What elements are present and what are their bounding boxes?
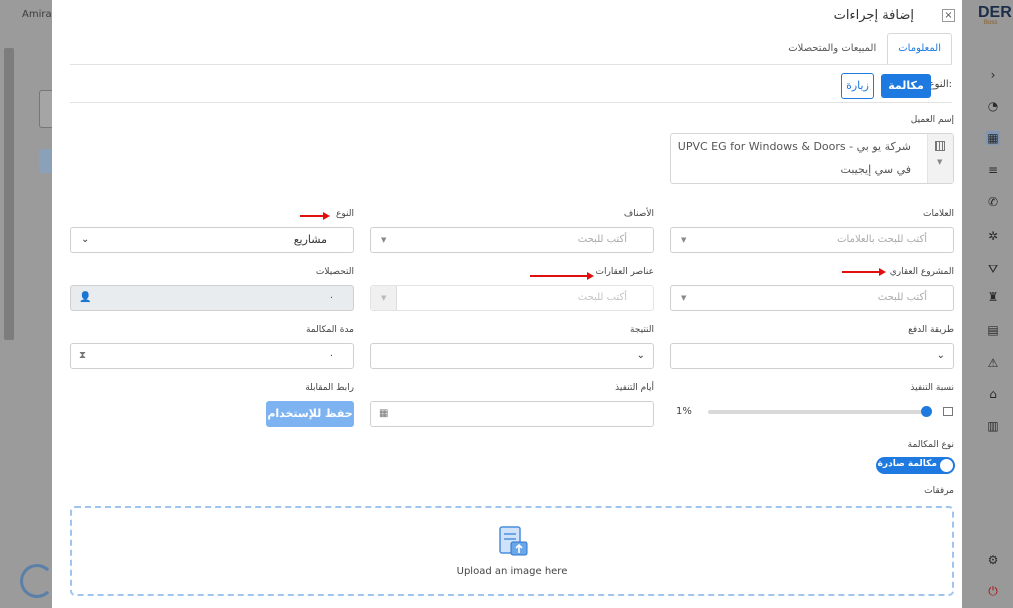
add-actions-modal: إضافة إجراءات × المعلومات المبيعات والمت… xyxy=(52,0,962,608)
background-highlight xyxy=(39,149,52,173)
caret-down-icon: ▼ xyxy=(681,236,687,244)
collections-value: . xyxy=(329,290,333,301)
meeting-link-label: رابط المقابلة xyxy=(305,383,354,393)
completion-rate-label: نسبة التنفيذ xyxy=(910,383,954,393)
warning-icon: ⚠ xyxy=(987,356,999,370)
call-kind-value: مكالمة صادرة xyxy=(877,459,937,469)
modal-header: إضافة إجراءات × xyxy=(52,0,962,32)
action-type-label: النوع: xyxy=(928,79,952,90)
tab-sales-collections[interactable]: المبيعات والمتحصلات xyxy=(777,33,887,65)
attachments-label: مرفقات xyxy=(924,486,954,496)
collections-label: التحصيلات xyxy=(315,267,354,277)
payment-method-label: طريقة الدفع xyxy=(908,325,954,335)
real-estate-items-placeholder: أكتب للبحث xyxy=(577,292,627,303)
completion-rate-slider-thumb[interactable] xyxy=(921,406,932,417)
dashboard-icon: ◔ xyxy=(987,99,999,113)
client-name-line2: في سي إيجيبت xyxy=(840,163,911,176)
toggle-knob xyxy=(940,459,953,472)
tags-placeholder: أكتب للبحث بالعلامات xyxy=(837,234,927,245)
result-label: النتيجة xyxy=(629,325,654,335)
upload-document-icon xyxy=(499,526,528,556)
call-type-button[interactable]: مكالمة xyxy=(881,74,931,98)
client-select[interactable]: ▼ UPVC EG for Windows & Doors - شركة يو … xyxy=(670,133,954,184)
call-duration-field[interactable]: ⧗ . xyxy=(70,343,354,369)
tags-label: العلامات xyxy=(923,209,954,219)
real-estate-project-select[interactable]: أكتب للبحث ▼ xyxy=(670,285,954,311)
upload-text: Upload an image here xyxy=(456,566,568,577)
background-left-panel: Amira xyxy=(0,0,54,608)
caret-down-icon: ▼ xyxy=(381,294,387,302)
shirt-icon: ♜ xyxy=(987,290,999,304)
categories-label: الأصناف xyxy=(623,209,654,219)
chevron-down-icon: ⌄ xyxy=(636,350,645,361)
grid-icon xyxy=(935,141,945,151)
real-estate-items-label: عناصر العقارات xyxy=(595,267,655,277)
save-for-use-button[interactable]: حفظ للإستخدام xyxy=(266,401,354,427)
tab-info[interactable]: المعلومات xyxy=(887,33,952,65)
real-estate-project-placeholder: أكتب للبحث xyxy=(877,292,927,303)
result-select[interactable]: ⌄ xyxy=(370,343,654,369)
background-user-name: Amira xyxy=(22,9,52,20)
client-name-line1: UPVC EG for Windows & Doors - شركة يو بي xyxy=(677,140,911,153)
modal-title: إضافة إجراءات xyxy=(833,8,914,23)
calendar-icon: ▦ xyxy=(379,408,389,419)
collections-field: 👤 . xyxy=(70,285,354,311)
completion-rate-value: 1% xyxy=(676,406,692,417)
phone-icon: ✆ xyxy=(987,195,999,209)
brand-logo-sub: Boss xyxy=(984,20,998,26)
filter-icon: ⛛ xyxy=(987,262,999,276)
annotation-arrow xyxy=(300,212,330,220)
hourglass-icon: ⧗ xyxy=(79,350,87,361)
section-divider xyxy=(70,102,952,103)
chevron-down-icon: ⌄ xyxy=(81,234,90,245)
document-icon: ≡ xyxy=(987,163,999,177)
power-icon: ⏻ xyxy=(988,584,998,598)
tabs-divider xyxy=(70,64,952,65)
range-icon xyxy=(943,407,953,416)
image-upload-dropzone[interactable]: Upload an image here xyxy=(70,506,954,596)
background-scrollbar xyxy=(4,48,14,340)
close-icon[interactable]: × xyxy=(942,9,955,22)
settings-gear-icon: ✲ xyxy=(987,229,999,243)
chart-icon: ▥ xyxy=(987,419,999,433)
background-sidebar: DER Boss › ◔ ▦ ≡ ✆ ✲ ⛛ ♜ ▤ ⚠ ⌂ ▥ ⚙ ⏻ xyxy=(962,0,1013,608)
client-name-label: إسم العميل xyxy=(910,115,954,125)
categories-placeholder: أكتب للبحث xyxy=(577,234,627,245)
table-icon: ▦ xyxy=(986,131,1000,145)
user-icon: 👤 xyxy=(79,292,92,303)
call-kind-label: نوع المكالمة xyxy=(907,440,954,450)
chevron-down-icon: ⌄ xyxy=(936,350,945,361)
payment-method-select[interactable]: ⌄ xyxy=(670,343,954,369)
caret-down-icon: ▼ xyxy=(937,158,943,166)
type-value: مشاريع xyxy=(293,233,327,246)
home-icon: ⌂ xyxy=(989,387,997,401)
loading-spinner-icon xyxy=(20,564,54,598)
visit-type-button[interactable]: زيارة xyxy=(841,73,874,99)
chevron-right-icon: › xyxy=(990,68,996,82)
call-kind-toggle[interactable]: مكالمة صادرة xyxy=(876,457,955,474)
annotation-arrow xyxy=(530,272,594,280)
annotation-arrow xyxy=(842,268,886,276)
caret-down-icon: ▼ xyxy=(681,294,687,302)
tags-select[interactable]: أكتب للبحث بالعلامات ▼ xyxy=(670,227,954,253)
completion-rate-slider[interactable] xyxy=(708,410,930,414)
real-estate-items-select[interactable]: أكتب للبحث ▼ xyxy=(370,285,654,311)
real-estate-project-label: المشروع العقاري xyxy=(889,267,954,277)
type-select[interactable]: مشاريع ⌄ xyxy=(70,227,354,253)
categories-select[interactable]: أكتب للبحث ▼ xyxy=(370,227,654,253)
caret-down-icon: ▼ xyxy=(381,236,387,244)
call-duration-value: . xyxy=(329,348,333,359)
execution-days-field[interactable]: ▦ xyxy=(370,401,654,427)
gear-icon: ⚙ xyxy=(987,553,999,567)
calendar-icon: ▤ xyxy=(987,323,999,337)
execution-days-label: أيام التنفيذ xyxy=(615,383,654,393)
call-duration-label: مدة المكالمة xyxy=(305,325,354,335)
client-select-side: ▼ xyxy=(927,134,953,183)
tabs: المعلومات المبيعات والمتحصلات xyxy=(777,33,952,65)
background-card xyxy=(39,90,52,128)
type-label: النوع xyxy=(336,209,354,219)
